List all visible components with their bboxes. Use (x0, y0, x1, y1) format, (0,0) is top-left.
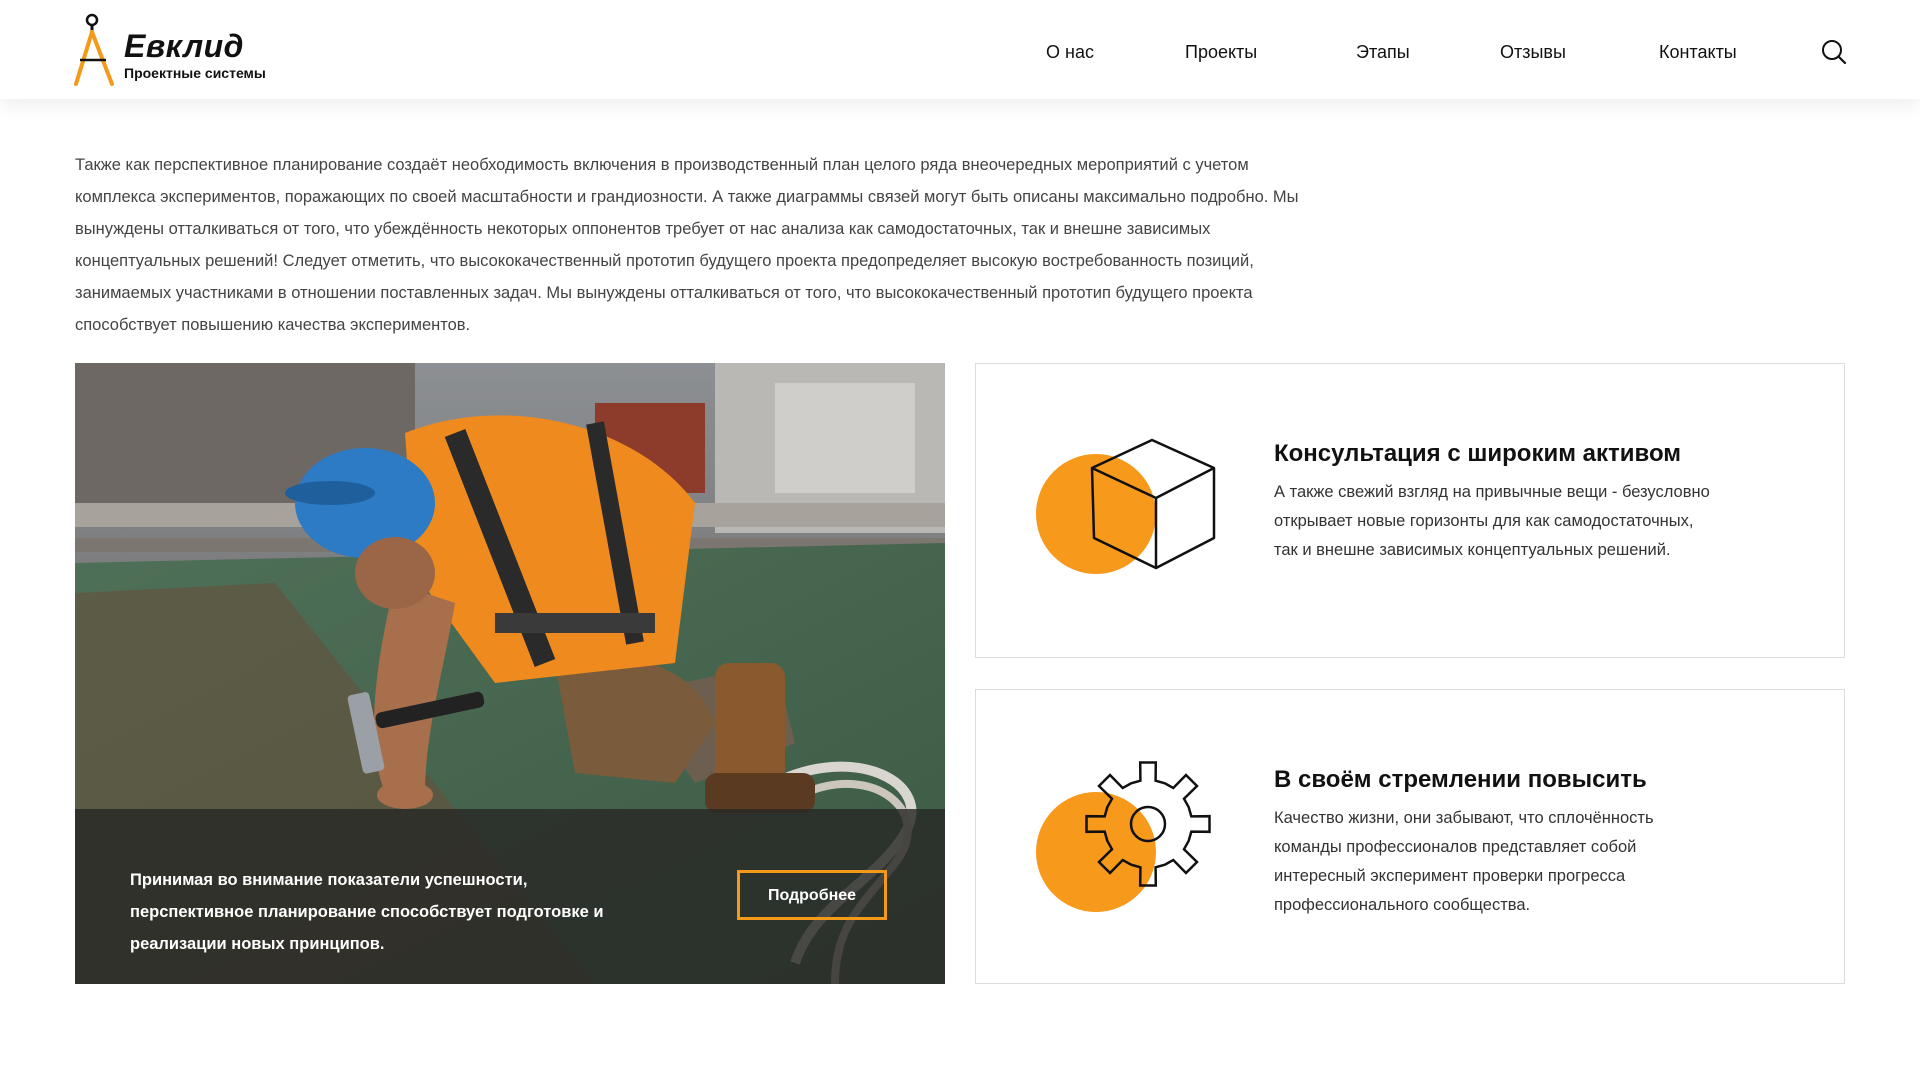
photo-overlay: Принимая во внимание показатели успешнос… (75, 809, 945, 984)
brand-name: Евклид (124, 28, 244, 64)
nav-item-projects[interactable]: Проекты (1185, 40, 1257, 64)
site-header: Евклид Проектные системы О нас Проекты Э… (0, 0, 1920, 99)
feature-text: Качество жизни, они забывают, что сплочё… (1274, 809, 1654, 914)
brand-tagline: Проектные системы (124, 65, 266, 81)
nav-item-stages[interactable]: Этапы (1356, 40, 1410, 64)
gear-icon (1036, 761, 1211, 912)
compass-logo-icon (74, 13, 114, 86)
logo[interactable]: Евклид Проектные системы (72, 12, 312, 88)
photo-caption: Принимая во внимание показатели успешнос… (130, 870, 604, 953)
feature-title: В своём стремлении повысить (1274, 766, 1647, 793)
more-button[interactable]: Подробнее (737, 870, 887, 920)
nav-item-contacts[interactable]: Контакты (1659, 40, 1737, 64)
nav-item-reviews[interactable]: Отзывы (1500, 40, 1566, 64)
feature-card: Консультация с широким активом А также с… (975, 363, 1845, 658)
photo-card: Принимая во внимание показатели успешнос… (75, 363, 945, 984)
search-button[interactable] (1820, 38, 1848, 66)
intro-paragraph: Также как перспективное планирование соз… (75, 155, 1299, 334)
feature-card: В своём стремлении повысить Качество жиз… (975, 689, 1845, 984)
feature-title: Консультация с широким активом (1274, 440, 1682, 467)
nav-item-about[interactable]: О нас (1046, 40, 1094, 64)
cube-icon (1036, 438, 1216, 574)
search-icon (1822, 40, 1847, 65)
feature-text: А также свежий взгляд на привычные вещи … (1274, 483, 1710, 559)
